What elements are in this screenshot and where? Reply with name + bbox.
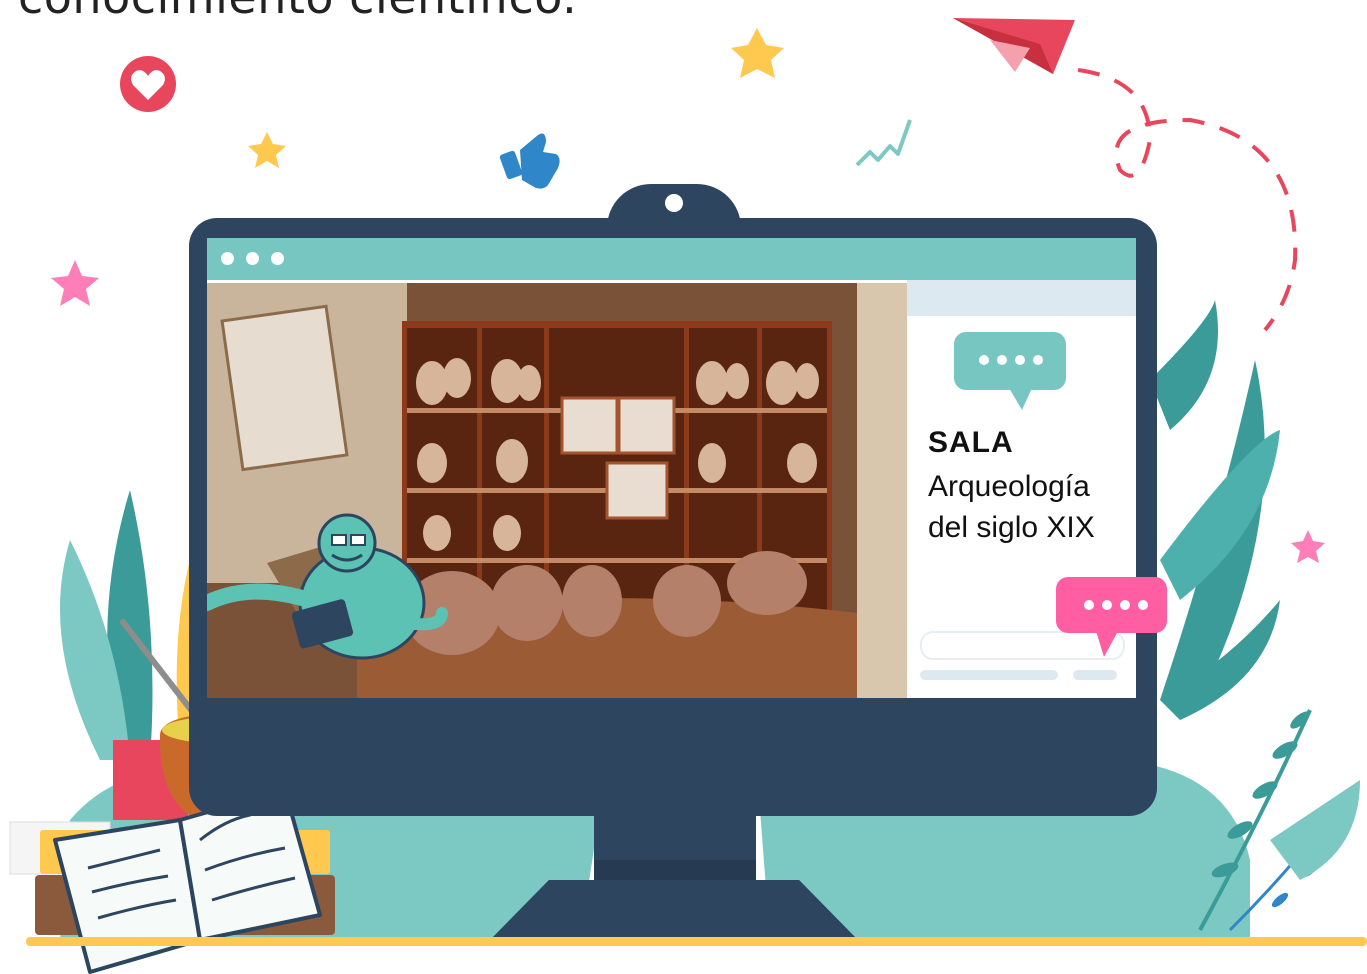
- heart-icon: [120, 56, 176, 112]
- monitor-screen: SALA Arqueología del siglo XIX: [207, 238, 1136, 698]
- webcam-lens: [665, 194, 683, 212]
- monitor-neck-shadow: [594, 860, 756, 882]
- star-icon: [248, 132, 286, 168]
- room-title: SALA: [928, 426, 1014, 459]
- star-icon: [51, 260, 99, 306]
- chat-bubble-icon: [954, 332, 1066, 410]
- browser-bar: [207, 238, 1136, 280]
- monitor-base: [490, 880, 858, 940]
- window-dot-icon: [221, 252, 234, 265]
- museum-room-illustration: [207, 283, 907, 698]
- room-subtitle: Arqueología del siglo XIX: [928, 470, 1095, 544]
- leaf-right-2: [1150, 300, 1218, 430]
- panel-header-strip: [907, 280, 1136, 316]
- museum-photo: [207, 283, 907, 698]
- window-dot-icon: [271, 252, 284, 265]
- chat-bubble-icon: [1056, 577, 1167, 657]
- placeholder-line: [1073, 670, 1117, 680]
- star-icon: [1291, 530, 1325, 563]
- teal-leaf-far-right: [1270, 780, 1360, 880]
- floor-line: [26, 937, 1367, 946]
- zigzag-icon: [855, 119, 912, 167]
- window-dot-icon: [246, 252, 259, 265]
- star-icon: [731, 28, 784, 78]
- placeholder-line: [920, 670, 1058, 680]
- paper-plane-icon: [953, 18, 1075, 74]
- thumbs-up-icon: [499, 133, 560, 189]
